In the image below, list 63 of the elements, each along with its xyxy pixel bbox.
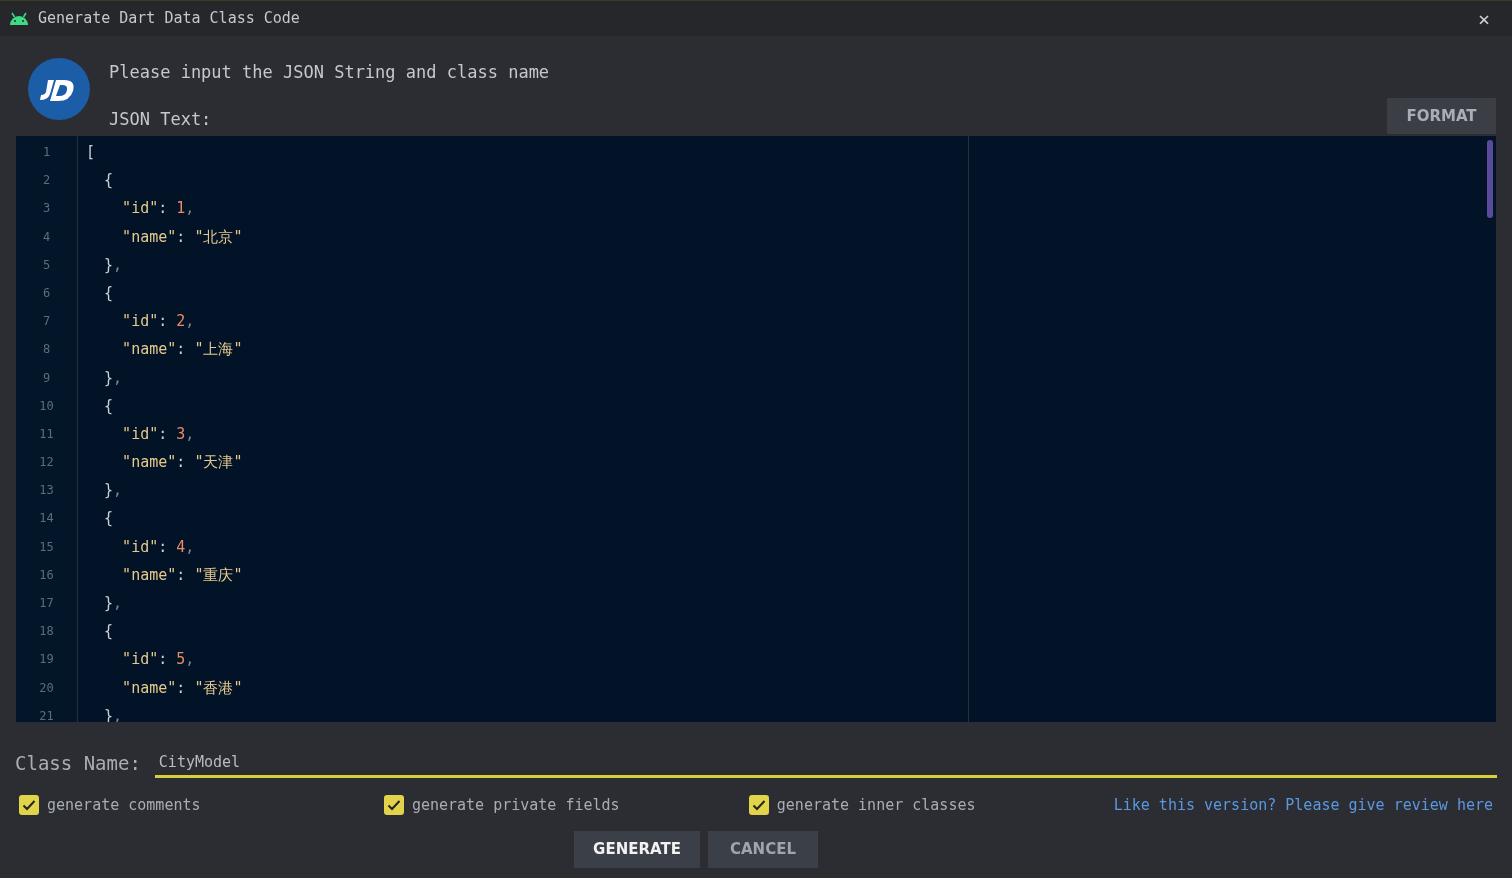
line-number: 18: [38, 623, 55, 641]
code-line: "id": 5,: [121, 649, 196, 671]
line-number: 10: [38, 397, 55, 415]
code-line: },: [103, 480, 124, 502]
code-line: "name": "重庆": [121, 564, 244, 586]
code-line: },: [103, 367, 124, 389]
review-link[interactable]: Like this version? Please give review here: [1113, 794, 1493, 817]
code-line: {: [103, 508, 115, 530]
option-label: generate comments: [47, 795, 201, 816]
format-button[interactable]: FORMAT: [1387, 98, 1496, 134]
line-number: 7: [41, 313, 52, 331]
code-line: "name": "上海": [121, 339, 244, 361]
line-number: 4: [41, 228, 52, 246]
line-number: 8: [41, 341, 52, 359]
scrollbar-thumb[interactable]: [1487, 140, 1493, 218]
code-line: "name": "天津": [121, 452, 244, 474]
checkmark-icon: [22, 799, 36, 812]
checkmark-icon: [386, 799, 401, 812]
code-line: "id": 2,: [121, 311, 196, 333]
line-number: 17: [38, 595, 55, 612]
line-number: 3: [41, 200, 52, 218]
line-number: 5: [41, 256, 52, 274]
line-number: 16: [38, 566, 55, 584]
prompt-text: Please input the JSON String and class name: [109, 61, 551, 84]
json-text-label: JSON Text:: [109, 107, 213, 131]
code-line: {: [103, 395, 115, 417]
line-number: 9: [41, 369, 52, 387]
line-number: 20: [38, 679, 55, 697]
line-number: 15: [38, 538, 55, 556]
checkmark-icon: [751, 799, 766, 812]
window-title: Generate Dart Data Class Code: [38, 8, 301, 30]
line-number: 6: [41, 284, 52, 302]
code-line: },: [103, 254, 124, 276]
checkbox[interactable]: [383, 795, 404, 816]
android-icon: [8, 12, 30, 25]
cancel-button[interactable]: CANCEL: [708, 830, 818, 868]
code-line: "id": 4,: [121, 536, 196, 558]
code-line: "id": 3,: [121, 423, 196, 445]
code-line: {: [103, 621, 115, 643]
line-number: 14: [38, 510, 55, 528]
code-line: {: [103, 170, 115, 192]
logo-icon: [28, 58, 90, 120]
option-label: generate inner classes: [776, 795, 976, 816]
code-line: "name": "北京": [121, 226, 244, 248]
code-line: {: [103, 282, 115, 304]
code-line: "id": 1,: [121, 198, 196, 220]
code-line: [: [86, 142, 97, 163]
line-number: 13: [38, 482, 55, 500]
line-number: 12: [38, 454, 55, 472]
code-line: "name": "香港": [121, 677, 244, 699]
checkbox[interactable]: [748, 795, 769, 816]
option-label: generate private fields: [411, 795, 620, 816]
line-number: 2: [41, 172, 52, 190]
line-number: 19: [38, 651, 55, 669]
line-number: 11: [38, 425, 55, 443]
generate-button[interactable]: GENERATE: [574, 830, 700, 868]
class-name-field[interactable]: CityModel: [154, 748, 1497, 778]
code-line: },: [103, 593, 124, 614]
line-number: 1: [41, 144, 52, 161]
close-button[interactable]: ×: [1472, 3, 1496, 34]
line-number: 21: [38, 707, 55, 722]
checkbox[interactable]: [19, 795, 39, 816]
class-name-label: Class Name:: [15, 750, 141, 776]
